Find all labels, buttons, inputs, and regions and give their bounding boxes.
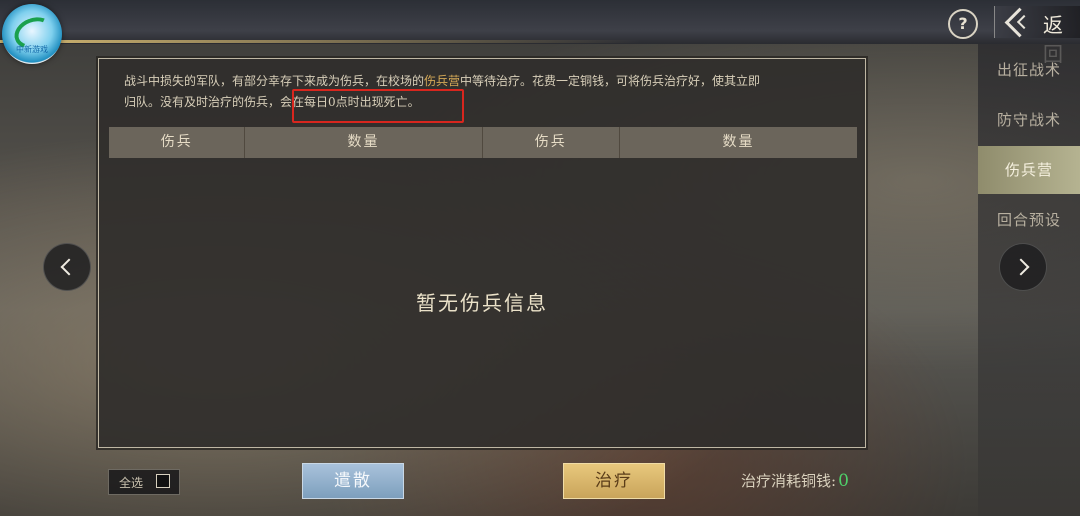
back-button[interactable]: 返回 — [994, 6, 1080, 66]
tab-round-presets[interactable]: 回合预设 — [978, 196, 1080, 244]
dismiss-button[interactable]: 遣散 — [302, 463, 404, 499]
chevron-left-icon — [60, 258, 78, 276]
game-logo: 中新游戏 — [2, 4, 62, 64]
wounded-camp-panel: 战斗中损失的军队，有部分幸存下来成为伤兵，在校场的伤兵营中等待治疗。花费一定铜钱… — [98, 58, 866, 448]
heal-button[interactable]: 治疗 — [563, 463, 665, 499]
top-bar — [0, 0, 1080, 44]
column-header-count-1: 数量 — [245, 127, 483, 158]
chevron-right-icon — [1012, 258, 1030, 276]
select-all-checkbox[interactable] — [156, 474, 170, 488]
tab-defense-tactics[interactable]: 防守战术 — [978, 96, 1080, 144]
description-text: 战斗中损失的军队，有部分幸存下来成为伤兵，在校场的伤兵营中等待治疗。花费一定铜钱… — [124, 71, 848, 113]
help-button[interactable]: ? — [948, 9, 978, 39]
select-all-label: 全选 — [119, 476, 144, 490]
tab-wounded-camp[interactable]: 伤兵营 — [978, 146, 1080, 194]
description-highlight: 伤兵营 — [424, 74, 461, 88]
heal-cost: 治疗消耗铜钱: 0 — [741, 470, 849, 491]
column-header-count-2: 数量 — [722, 134, 755, 150]
heal-cost-value: 0 — [838, 471, 849, 491]
prev-page-button[interactable] — [43, 243, 91, 291]
logo-text: 中新游戏 — [16, 45, 48, 54]
select-all-toggle[interactable]: 全选 — [108, 469, 180, 495]
description-line2-a: 归队。没有及时治疗的伤兵， — [124, 95, 281, 109]
heal-cost-label: 治疗消耗铜钱: — [741, 472, 837, 490]
tab-march-tactics[interactable]: 出征战术 — [978, 46, 1080, 94]
top-bar-gold-line — [0, 40, 640, 43]
column-header-wounded-2: 伤兵 — [483, 127, 620, 158]
description-line1-b: 中等待治疗。花费一定铜钱，可将伤兵治疗好，使其立即 — [460, 74, 761, 88]
description-line1-a: 战斗中损失的军队，有部分幸存下来成为伤兵，在校场的 — [124, 74, 425, 88]
column-header-wounded-1: 伤兵 — [109, 127, 246, 158]
table-header: 伤兵 数量 伤兵 数量 — [109, 127, 857, 158]
next-page-button[interactable] — [999, 243, 1047, 291]
empty-state-message: 暂无伤兵信息 — [416, 291, 548, 315]
annotation-red-box — [292, 89, 464, 123]
